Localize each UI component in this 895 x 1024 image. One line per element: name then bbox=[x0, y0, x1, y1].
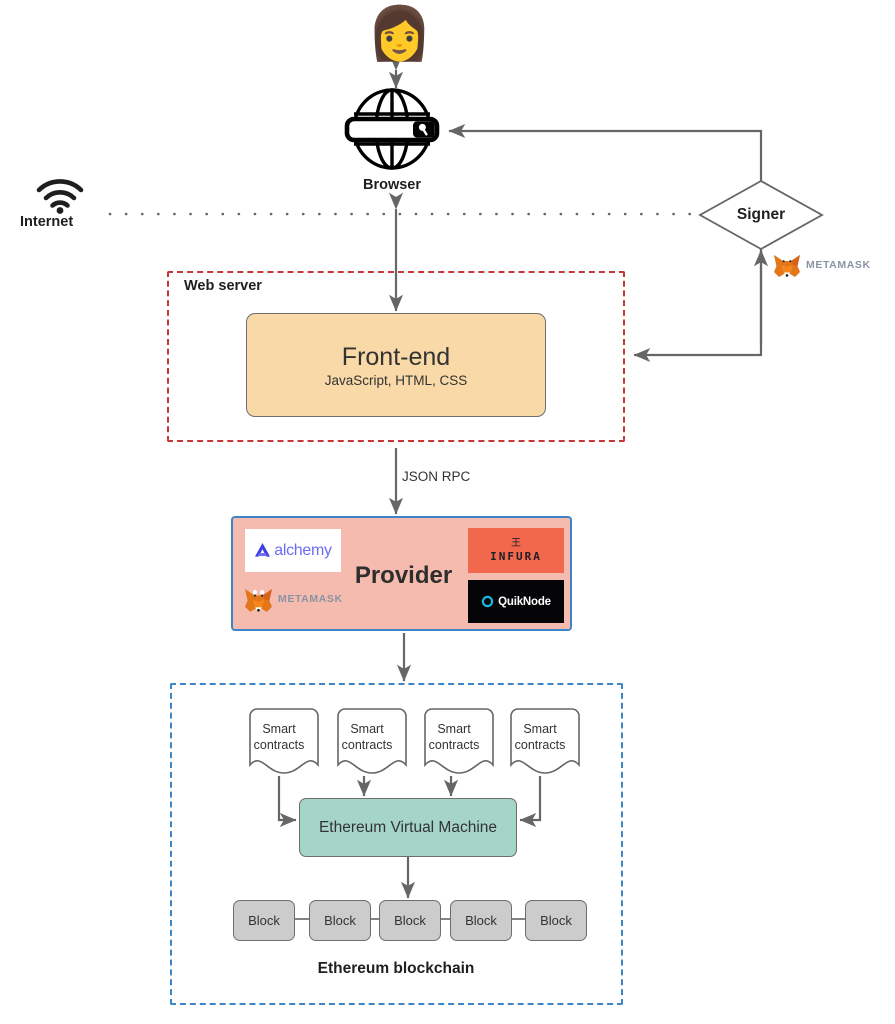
smart-contract-label: Smart contracts bbox=[506, 722, 574, 753]
smart-contract-node[interactable]: Smart contracts bbox=[506, 713, 574, 773]
evm-node[interactable]: Ethereum Virtual Machine bbox=[299, 798, 517, 857]
smart-contract-label: Smart contracts bbox=[420, 722, 488, 753]
smart-contract-label: Smart contracts bbox=[333, 722, 401, 753]
browser-globe-icon bbox=[343, 88, 441, 170]
evm-label: Ethereum Virtual Machine bbox=[318, 818, 498, 836]
contract-line1: Smart bbox=[262, 722, 296, 736]
smart-contract-node[interactable]: Smart contracts bbox=[420, 713, 488, 773]
metamask-logo: METAMASK bbox=[243, 580, 353, 618]
infura-mark-icon: 王 bbox=[511, 537, 521, 549]
connector-signer-frontend bbox=[633, 249, 769, 363]
contract-line1: Smart bbox=[350, 722, 384, 736]
frontend-title: Front-end bbox=[341, 342, 451, 371]
contract-line2: contracts bbox=[428, 737, 480, 752]
metamask-fox-icon bbox=[774, 255, 800, 277]
provider-node[interactable]: Provider alchemy 王 INFURA METAMASK QuikN… bbox=[231, 516, 572, 631]
alchemy-wordmark: alchemy bbox=[274, 541, 332, 559]
block-node[interactable]: Block bbox=[450, 900, 512, 941]
block-node[interactable]: Block bbox=[233, 900, 295, 941]
contract-line2: contracts bbox=[253, 737, 305, 752]
alchemy-mark-icon bbox=[255, 543, 271, 557]
smart-contract-node[interactable]: Smart contracts bbox=[245, 713, 313, 773]
quiknode-ring-icon bbox=[481, 595, 494, 608]
wifi-icon bbox=[36, 178, 84, 214]
web-server-label: Web server bbox=[184, 278, 262, 294]
alchemy-logo: alchemy bbox=[245, 529, 341, 572]
metamask-fox-icon bbox=[245, 588, 272, 612]
user-avatar-icon: 👩 bbox=[367, 5, 432, 63]
frontend-node[interactable]: Front-end JavaScript, HTML, CSS bbox=[246, 313, 546, 417]
smart-contract-node[interactable]: Smart contracts bbox=[333, 713, 401, 773]
json-rpc-label: JSON RPC bbox=[402, 469, 471, 484]
contract-line1: Smart bbox=[437, 722, 471, 736]
blockchain-label: Ethereum blockchain bbox=[317, 960, 475, 977]
signer-node[interactable]: Signer bbox=[700, 181, 822, 249]
infura-wordmark: INFURA bbox=[490, 549, 542, 563]
block-node[interactable]: Block bbox=[309, 900, 371, 941]
metamask-badge-signer: METAMASK bbox=[772, 250, 890, 280]
contract-line2: contracts bbox=[514, 737, 566, 752]
block-node[interactable]: Block bbox=[379, 900, 441, 941]
quiknode-wordmark: QuikNode bbox=[498, 595, 551, 608]
contract-line1: Smart bbox=[523, 722, 557, 736]
connector-signer-browser bbox=[448, 123, 763, 181]
signer-label: Signer bbox=[736, 206, 786, 223]
diagram-canvas: 👩 Browser Internet Signer METAMASK Web s… bbox=[0, 0, 895, 1024]
smart-contract-label: Smart contracts bbox=[245, 722, 313, 753]
infura-logo: 王 INFURA bbox=[468, 528, 564, 573]
browser-label: Browser bbox=[362, 177, 422, 193]
quiknode-logo: QuikNode bbox=[468, 580, 564, 623]
block-node[interactable]: Block bbox=[525, 900, 587, 941]
metamask-wordmark: METAMASK bbox=[806, 259, 871, 271]
contract-line2: contracts bbox=[341, 737, 393, 752]
internet-label: Internet bbox=[20, 214, 74, 230]
frontend-subtitle: JavaScript, HTML, CSS bbox=[324, 372, 468, 388]
metamask-wordmark: METAMASK bbox=[278, 593, 343, 605]
